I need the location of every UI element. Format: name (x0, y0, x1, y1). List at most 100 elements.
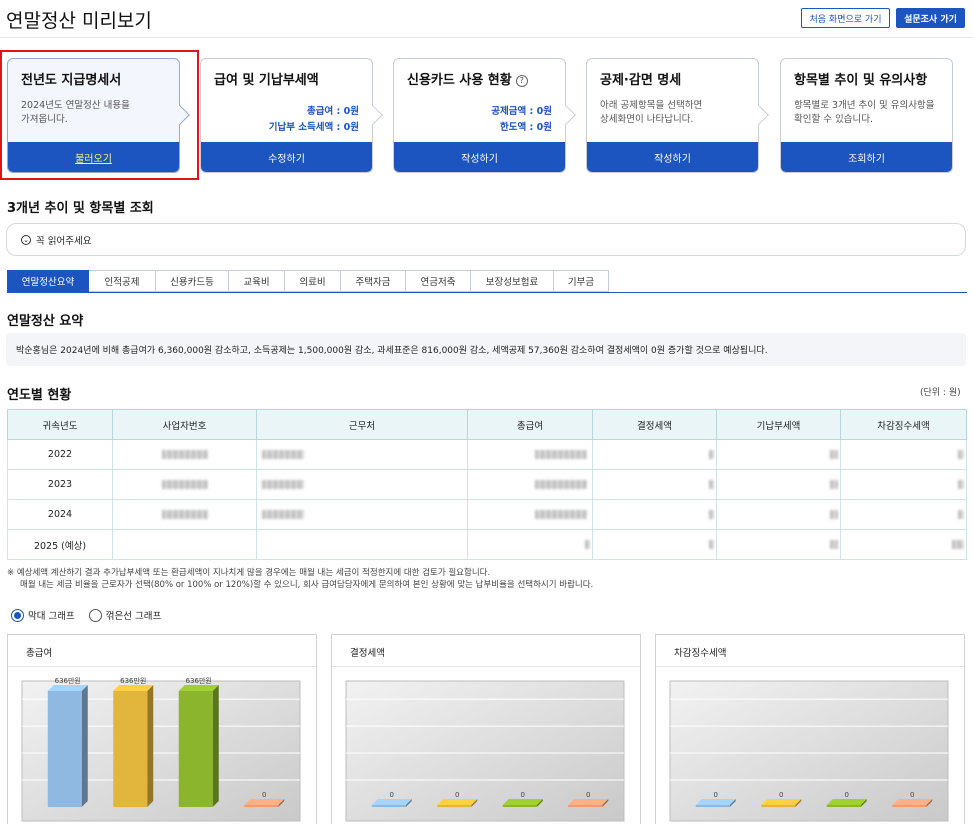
step-arrow-icon (556, 105, 576, 125)
step-kv-deduction: 공제금액 : 0원 (491, 106, 552, 117)
table-row: 2023 (7, 469, 967, 500)
edit-salary-button[interactable]: 수정하기 (201, 142, 372, 172)
redacted-value (262, 450, 304, 459)
chart-svg: 636만원 636만원 636만원 0 (21, 676, 301, 822)
redacted-value (830, 450, 838, 459)
notice-toggle[interactable]: ⌄ 꼭 읽어주세요 (6, 223, 966, 256)
tab-housing[interactable]: 주택자금 (341, 270, 406, 292)
survey-button[interactable]: 설문조사 가기 (896, 8, 965, 28)
line-graph-radio[interactable] (88, 608, 102, 622)
redacted-cell (256, 439, 468, 470)
bar (437, 805, 472, 807)
bar-data-label: 0 (910, 791, 914, 799)
redacted-value (830, 510, 838, 519)
table-header-row: 귀속년도 사업자번호 근무처 총급여 결정세액 기납부세액 차감징수세액 (7, 409, 967, 440)
bar-side (212, 685, 219, 807)
notice-label[interactable]: 꼭 읽어주세요 (36, 233, 91, 247)
redacted-cell (467, 469, 593, 500)
summary-title: 연말정산 요약 (7, 314, 84, 329)
chart-svg: 0 0 0 0 (345, 680, 625, 822)
bar-graph-radio[interactable] (11, 608, 24, 622)
bar-top (502, 799, 543, 805)
tab-summary[interactable]: 연말정산요약 (7, 270, 89, 292)
column-header: 결정세액 (592, 409, 717, 440)
empty-cell (112, 529, 257, 560)
redacted-value (830, 480, 838, 489)
bar (244, 805, 279, 807)
redacted-value (709, 480, 714, 489)
footnote: ※ 예상세액 계산하기 결과 추가납부세액 또는 환급세액이 지나치게 많을 경… (7, 567, 593, 591)
year-cell: 2023 (7, 469, 113, 500)
bar (113, 691, 148, 807)
bar-data-label: 0 (455, 791, 459, 799)
unit-label: (단위 : 원) (920, 388, 961, 398)
tab-medical[interactable]: 의료비 (285, 270, 341, 292)
step-kv-prepaid-tax: 기납부 소득세액 : 0원 (268, 122, 359, 133)
write-card-button[interactable]: 작성하기 (394, 142, 565, 172)
tab-pension[interactable]: 연금저축 (406, 270, 471, 292)
step-title: 신용카드 사용 현황? (407, 69, 528, 88)
redacted-value (535, 510, 587, 519)
bar-data-label: 0 (390, 791, 394, 799)
redacted-value (535, 480, 587, 489)
step-title: 급여 및 기납부세액 (214, 73, 319, 88)
bar (371, 805, 406, 807)
line-graph-label[interactable]: 꺾은선 그래프 (106, 608, 161, 622)
bar-top (371, 799, 412, 805)
bar-side (147, 685, 154, 807)
redacted-cell (592, 439, 717, 470)
column-header: 차감징수세액 (840, 409, 967, 440)
redacted-cell (112, 439, 257, 470)
redacted-cell (256, 469, 468, 500)
bar (761, 805, 796, 807)
column-header: 기납부세액 (716, 409, 841, 440)
redacted-value (952, 540, 964, 549)
tab-insurance[interactable]: 보장성보험료 (471, 270, 554, 292)
tab-education[interactable]: 교육비 (229, 270, 285, 292)
step-card-salary: 급여 및 기납부세액 총급여 : 0원 기납부 소득세액 : 0원 수정하기 (200, 58, 383, 173)
redacted-cell (592, 469, 717, 500)
step-title: 공제·감면 명세 (600, 73, 682, 88)
redacted-value (958, 510, 964, 519)
table-row: 2022 (7, 439, 967, 470)
bar-data-label: 636만원 (120, 676, 146, 685)
tab-personal[interactable]: 인적공제 (89, 270, 156, 292)
redacted-value (161, 510, 208, 519)
bar-top (695, 799, 736, 805)
bar-graph-label[interactable]: 막대 그래프 (28, 608, 75, 622)
step-title-text: 신용카드 사용 현황 (407, 73, 512, 88)
yearly-title: 연도별 현황 (7, 388, 72, 403)
redacted-cell (592, 529, 717, 560)
year-cell: 2022 (7, 439, 113, 470)
footnote-line: 매월 내는 세금 비율을 근로자가 선택(80% or 100% or 120%… (20, 580, 594, 590)
chart-card-total-salary: 총급여 636만원 636만원 636만원 0 (7, 634, 317, 824)
redacted-value (585, 540, 590, 549)
write-deduction-button[interactable]: 작성하기 (587, 142, 758, 172)
redacted-value (958, 450, 964, 459)
bar-data-label: 0 (845, 791, 849, 799)
bar-top (113, 685, 154, 691)
tab-credit-card[interactable]: 신용카드등 (156, 270, 229, 292)
redacted-value (535, 450, 587, 459)
chart-card-deduction-tax: 차감징수세액 0000 (655, 634, 965, 824)
redacted-cell (840, 499, 967, 530)
bar-data-label: 636만원 (186, 676, 212, 685)
table-row: 2025 (예상) (7, 529, 967, 560)
bar (568, 805, 603, 807)
redacted-cell (467, 439, 593, 470)
bar (826, 805, 861, 807)
view-trend-button[interactable]: 조회하기 (781, 142, 952, 172)
chart-svg: 0 0 0 0 (669, 680, 949, 822)
step-desc: 아래 공제항목을 선택하면 상세화면이 나타납니다. (600, 100, 703, 125)
redacted-cell (716, 529, 841, 560)
help-icon[interactable]: ? (515, 74, 528, 87)
redacted-cell (592, 499, 717, 530)
redacted-cell (840, 469, 967, 500)
trend-section-title: 3개년 추이 및 항목별 조회 (7, 201, 154, 216)
bar-data-label: 0 (779, 791, 783, 799)
redacted-value (161, 480, 208, 489)
tab-donation[interactable]: 기부금 (554, 270, 609, 292)
bar-top (178, 685, 219, 691)
redacted-cell (840, 439, 967, 470)
home-button[interactable]: 처음 화면으로 가기 (801, 8, 890, 28)
